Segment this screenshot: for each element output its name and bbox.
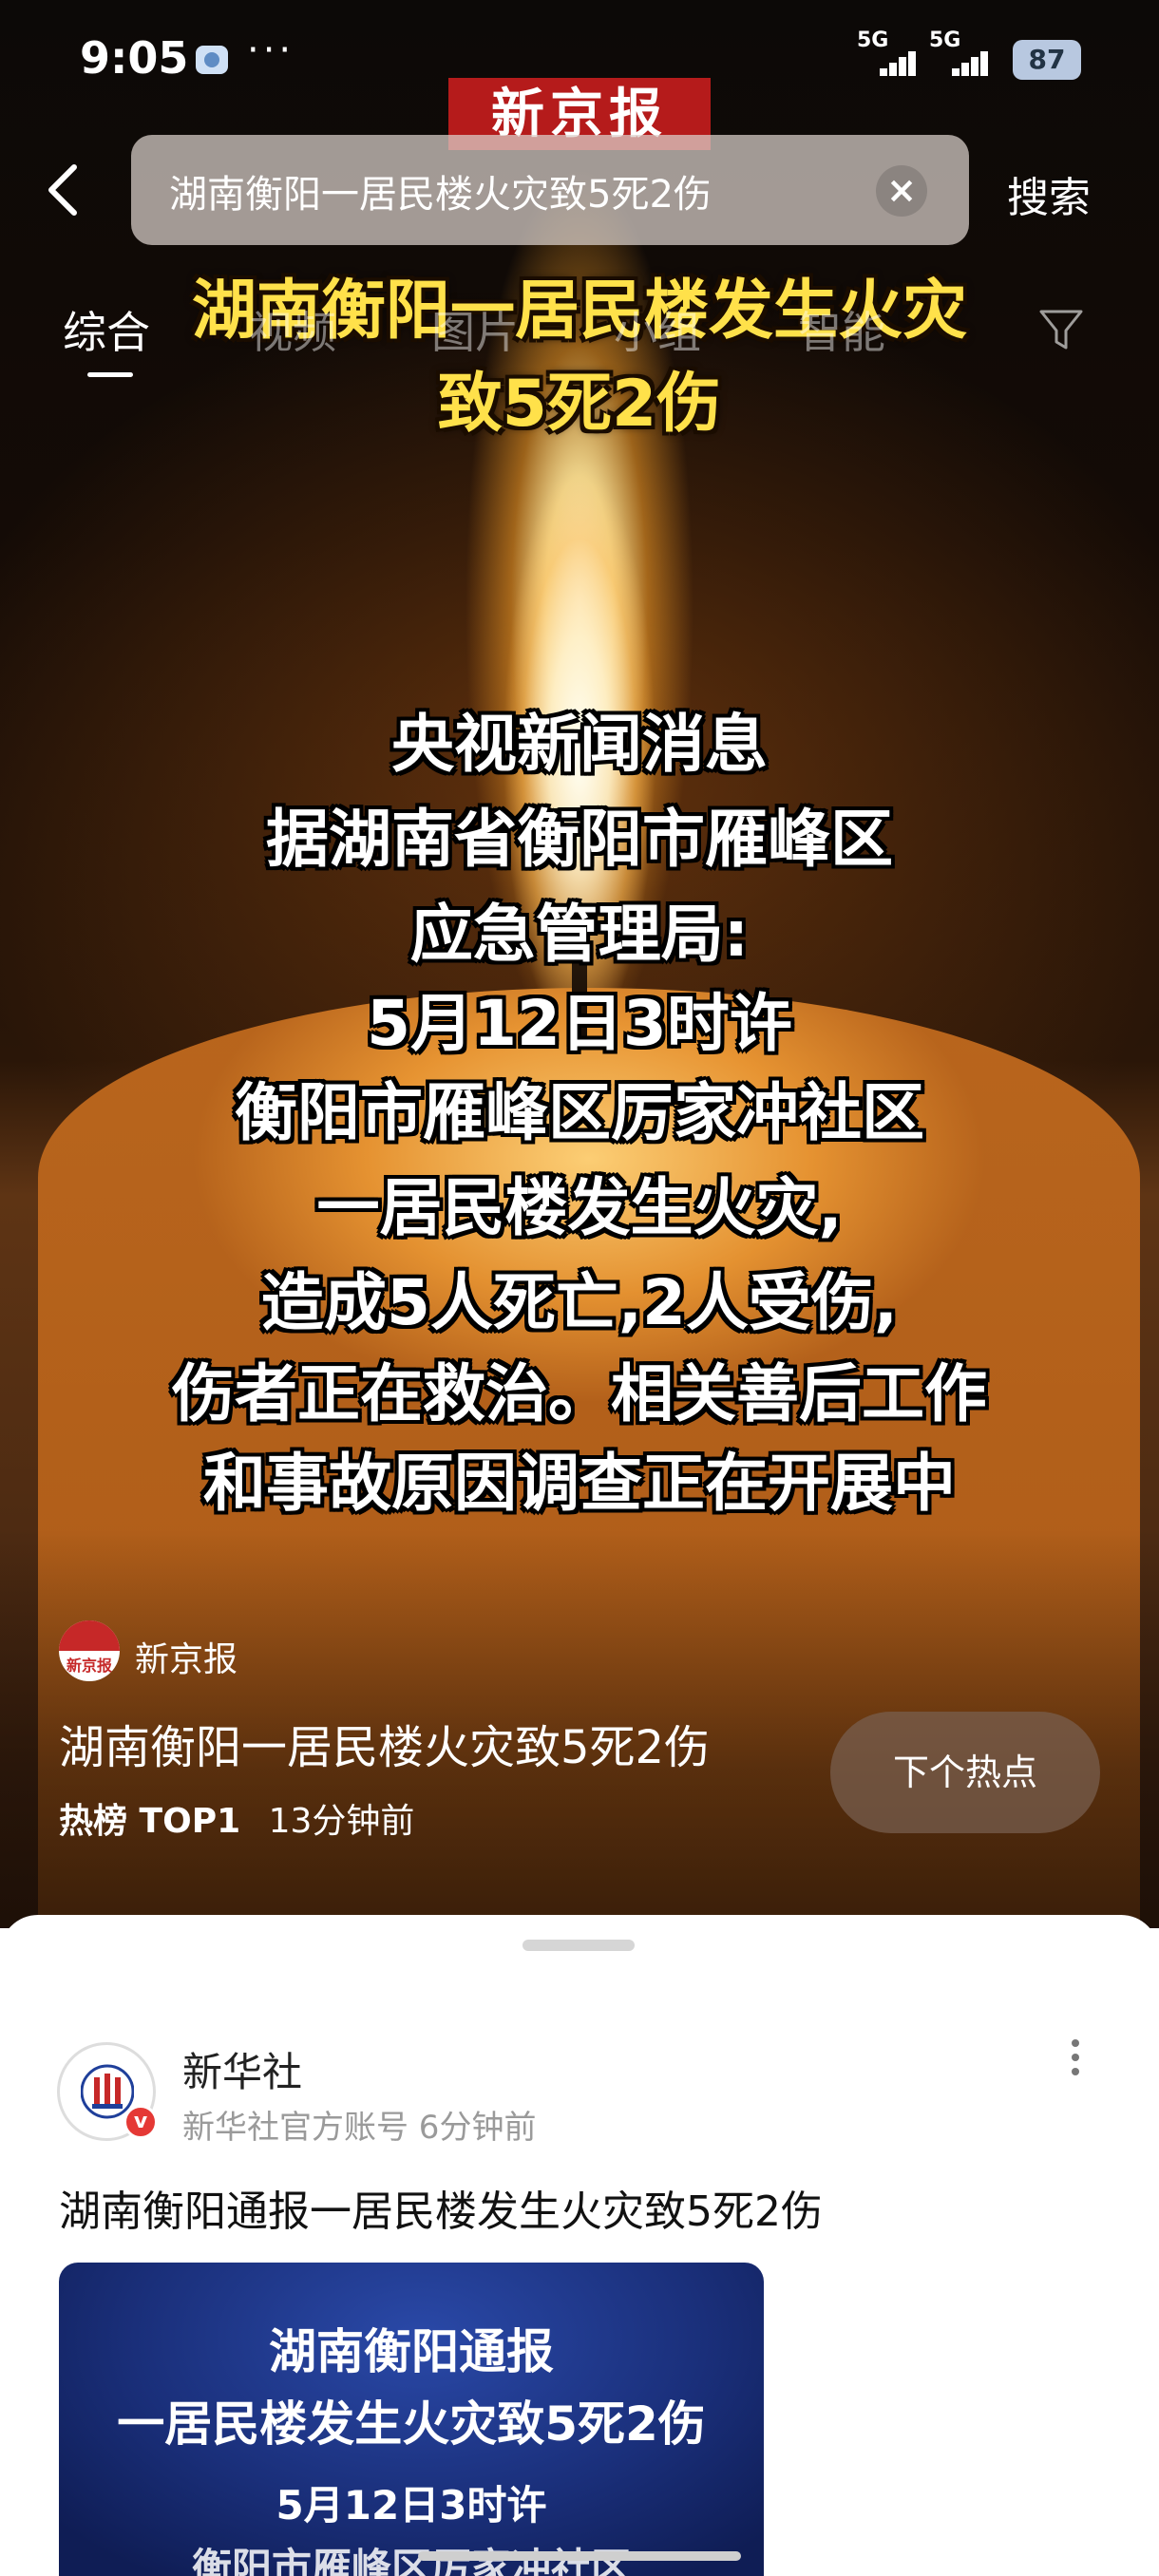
tab-smart[interactable]: 智能 — [798, 298, 885, 361]
hero-meta: 热榜 TOP1 13分钟前 — [59, 1793, 414, 1843]
more-dot-icon — [1072, 2054, 1079, 2061]
body-line-6: 一居民楼发生火灾, — [316, 1171, 843, 1244]
more-notifications-icon: ··· — [247, 28, 295, 72]
verified-badge-icon: v — [124, 2105, 158, 2139]
sheet-drag-handle[interactable] — [522, 1940, 635, 1951]
home-indicator[interactable] — [418, 2551, 741, 2561]
post-title[interactable]: 湖南衡阳通报一居民楼发生火灾致5死2伤 — [59, 2177, 823, 2238]
tab-active-indicator — [87, 372, 133, 377]
post-image[interactable]: 湖南衡阳通报 一居民楼发生火灾致5死2伤 5月12日3时许 衡阳市雁峰区厉家冲社… — [59, 2263, 764, 2576]
chevron-left-icon — [48, 164, 77, 216]
body-line-9: 和事故原因调查正在开展中 — [203, 1447, 956, 1520]
post-image-line-3: 5月12日3时许 — [276, 2482, 547, 2529]
tab-bar: 综合 视频 图片 小组 智能 — [0, 285, 1159, 380]
clear-search-button[interactable]: × — [876, 165, 927, 217]
search-query: 湖南衡阳一居民楼火灾致5死2伤 — [169, 173, 712, 217]
body-line-8: 伤者正在救治。相关善后工作 — [172, 1357, 987, 1430]
hero-time: 13分钟前 — [268, 1802, 415, 1841]
notification-icon — [196, 46, 228, 74]
next-hot-button[interactable]: 下个热点 — [830, 1712, 1100, 1833]
source-name: 新京报 — [135, 1640, 238, 1679]
body-line-4: 5月12日3时许 — [367, 987, 792, 1060]
signal-icon-2: 5G — [929, 28, 996, 82]
post-image-line-2: 一居民楼发生火灾致5死2伤 — [117, 2396, 706, 2452]
battery-icon: 87 — [1013, 40, 1081, 80]
search-button[interactable]: 搜索 — [1007, 163, 1091, 224]
more-options-button[interactable] — [1064, 2033, 1087, 2099]
tab-video[interactable]: 视频 — [249, 298, 336, 361]
post-author-meta: 新华社官方账号 6分钟前 — [182, 2109, 537, 2147]
body-line-1: 央视新闻消息 — [391, 708, 768, 781]
body-line-7: 造成5人死亡,2人受伤, — [261, 1266, 898, 1339]
status-time: 9:05 — [80, 32, 189, 84]
filter-icon[interactable] — [1037, 306, 1085, 353]
more-dot-icon — [1072, 2039, 1079, 2047]
body-line-2: 据湖南省衡阳市雁峰区 — [266, 803, 893, 876]
body-line-5: 衡阳市雁峰区厉家冲社区 — [235, 1076, 924, 1149]
back-button[interactable] — [44, 161, 101, 218]
more-dot-icon — [1072, 2068, 1079, 2075]
close-icon: × — [886, 169, 917, 211]
body-line-3: 应急管理局: — [409, 898, 750, 971]
hot-rank-badge: 热榜 TOP1 — [59, 1802, 241, 1841]
signal-icon-1: 5G — [857, 28, 923, 82]
post-author-name[interactable]: 新华社 — [182, 2040, 302, 2098]
tab-general[interactable]: 综合 — [63, 298, 150, 361]
hero-title[interactable]: 湖南衡阳一居民楼火灾致5死2伤 — [59, 1710, 710, 1776]
hero-image[interactable]: 新京报 湖南衡阳一居民楼发生火灾 致5死2伤 央视新闻消息 据湖南省衡阳市雁峰区… — [0, 0, 1159, 1928]
post-image-line-1: 湖南衡阳通报 — [269, 2324, 554, 2379]
tab-groups[interactable]: 小组 — [614, 298, 701, 361]
status-bar: 9:05 ··· 5G 5G 87 — [0, 0, 1159, 123]
results-sheet[interactable]: v 新华社 新华社官方账号 6分钟前 湖南衡阳通报一居民楼发生火灾致5死2伤 湖… — [0, 1915, 1159, 2576]
search-input[interactable]: 湖南衡阳一居民楼火灾致5死2伤 × — [131, 135, 969, 245]
source-avatar: 新京报 — [59, 1620, 120, 1681]
tab-images[interactable]: 图片 — [431, 298, 519, 361]
